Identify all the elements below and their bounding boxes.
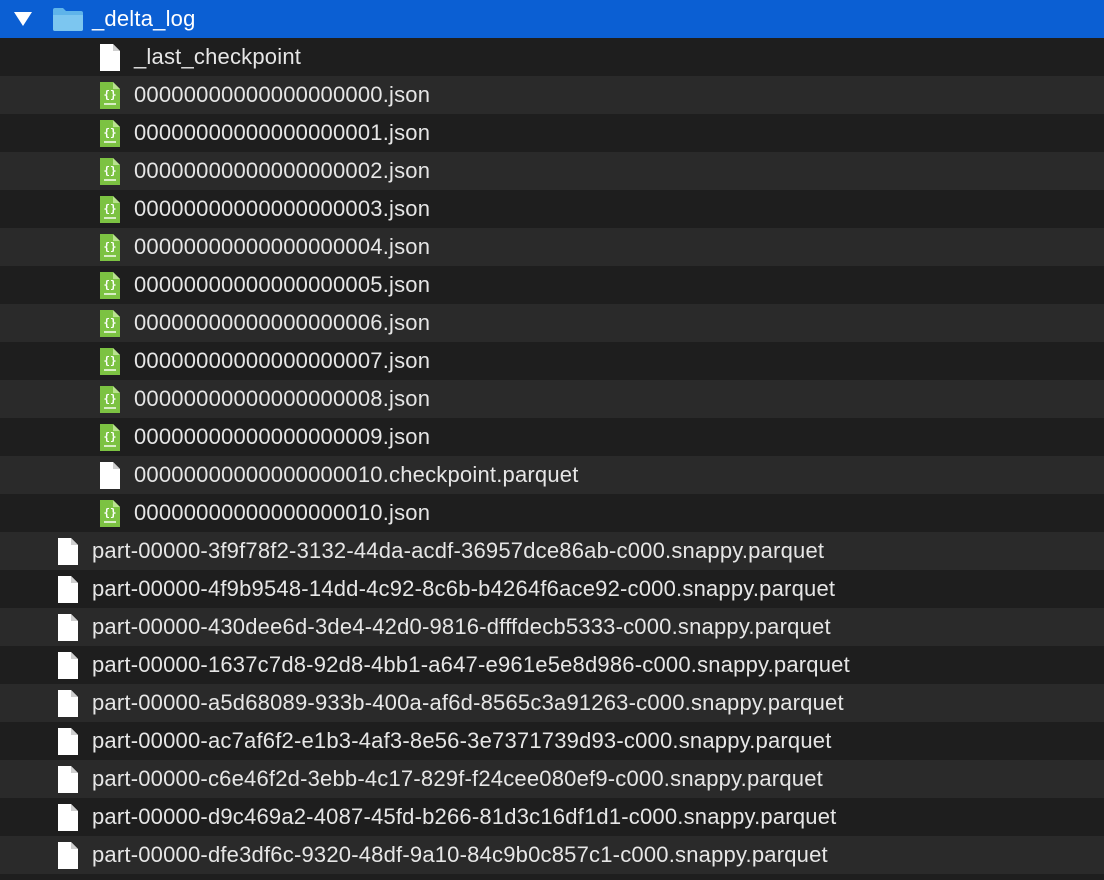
svg-text:{}: {} [103,278,116,291]
file-row[interactable]: part-00000-ac7af6f2-e1b3-4af3-8e56-3e737… [0,722,1104,760]
file-name: 00000000000000000010.checkpoint.parquet [134,462,579,487]
file-name: part-00000-dfe3df6c-9320-48df-9a10-84c9b… [92,842,828,867]
file-row[interactable]: part-00000-1637c7d8-92d8-4bb1-a647-e961e… [0,646,1104,684]
json-file-icon: {} [98,81,122,110]
file-row[interactable]: {} 00000000000000000010.json [0,494,1104,532]
svg-text:{}: {} [103,506,116,519]
file-row[interactable]: {} 00000000000000000006.json [0,304,1104,342]
json-file-icon: {} [98,195,122,224]
json-file-icon: {} [98,385,122,414]
file-row[interactable]: {} 00000000000000000004.json [0,228,1104,266]
file-row[interactable]: part-00000-dfe3df6c-9320-48df-9a10-84c9b… [0,836,1104,874]
file-name: 00000000000000000004.json [134,234,431,259]
file-name: part-00000-d9c469a2-4087-45fd-b266-81d3c… [92,804,837,829]
file-row[interactable]: part-00000-4f9b9548-14dd-4c92-8c6b-b4264… [0,570,1104,608]
file-row[interactable]: {} 00000000000000000001.json [0,114,1104,152]
file-name: 00000000000000000002.json [134,158,431,183]
file-name: 00000000000000000009.json [134,424,431,449]
document-icon [56,727,80,756]
svg-text:{}: {} [103,240,116,253]
svg-text:{}: {} [103,430,116,443]
file-name: part-00000-ac7af6f2-e1b3-4af3-8e56-3e737… [92,728,832,753]
svg-text:{}: {} [103,88,116,101]
file-name: _last_checkpoint [134,44,302,69]
document-icon [56,803,80,832]
svg-text:{}: {} [103,126,116,139]
folder-row-delta-log[interactable]: _delta_log [0,0,1104,38]
svg-text:{}: {} [103,392,116,405]
file-tree: _delta_log _last_checkpoint {} 00000000000… [0,0,1104,874]
file-name: 00000000000000000001.json [134,120,431,145]
file-name: part-00000-3f9f78f2-3132-44da-acdf-36957… [92,538,825,563]
file-name: part-00000-4f9b9548-14dd-4c92-8c6b-b4264… [92,576,836,601]
document-icon [56,613,80,642]
document-icon [56,765,80,794]
file-name: 00000000000000000005.json [134,272,431,297]
document-icon [98,461,122,490]
json-file-icon: {} [98,157,122,186]
document-icon [56,575,80,604]
file-row[interactable]: {} 00000000000000000009.json [0,418,1104,456]
json-file-icon: {} [98,309,122,338]
document-icon [98,43,122,72]
file-row[interactable]: {} 00000000000000000002.json [0,152,1104,190]
file-name: 00000000000000000008.json [134,386,431,411]
document-icon [56,689,80,718]
json-file-icon: {} [98,233,122,262]
svg-text:{}: {} [103,164,116,177]
json-file-icon: {} [98,423,122,452]
disclosure-triangle-icon[interactable] [14,12,32,26]
svg-text:{}: {} [103,316,116,329]
document-icon [56,651,80,680]
file-row[interactable]: {} 00000000000000000007.json [0,342,1104,380]
json-file-icon: {} [98,271,122,300]
svg-text:{}: {} [103,354,116,367]
file-row[interactable]: part-00000-d9c469a2-4087-45fd-b266-81d3c… [0,798,1104,836]
json-file-icon: {} [98,499,122,528]
file-name: part-00000-430dee6d-3de4-42d0-9816-dfffd… [92,614,831,639]
file-row[interactable]: part-00000-c6e46f2d-3ebb-4c17-829f-f24ce… [0,760,1104,798]
file-name: part-00000-c6e46f2d-3ebb-4c17-829f-f24ce… [92,766,823,791]
file-row[interactable]: {} 00000000000000000008.json [0,380,1104,418]
file-row[interactable]: part-00000-a5d68089-933b-400a-af6d-8565c… [0,684,1104,722]
file-row[interactable]: 00000000000000000010.checkpoint.parquet [0,456,1104,494]
file-name: part-00000-a5d68089-933b-400a-af6d-8565c… [92,690,844,715]
file-row[interactable]: {} 00000000000000000003.json [0,190,1104,228]
file-name: 00000000000000000006.json [134,310,431,335]
file-row[interactable]: _last_checkpoint [0,38,1104,76]
file-row[interactable]: {} 00000000000000000005.json [0,266,1104,304]
file-name: 00000000000000000007.json [134,348,431,373]
svg-text:{}: {} [103,202,116,215]
file-row[interactable]: part-00000-430dee6d-3de4-42d0-9816-dfffd… [0,608,1104,646]
json-file-icon: {} [98,119,122,148]
json-file-icon: {} [98,347,122,376]
folder-icon [52,6,84,32]
file-name: part-00000-1637c7d8-92d8-4bb1-a647-e961e… [92,652,850,677]
document-icon [56,537,80,566]
file-name: 00000000000000000003.json [134,196,431,221]
file-row[interactable]: {} 00000000000000000000.json [0,76,1104,114]
file-name: 00000000000000000010.json [134,500,431,525]
file-row[interactable]: part-00000-3f9f78f2-3132-44da-acdf-36957… [0,532,1104,570]
folder-name: _delta_log [92,6,196,31]
file-name: 00000000000000000000.json [134,82,431,107]
document-icon [56,841,80,870]
